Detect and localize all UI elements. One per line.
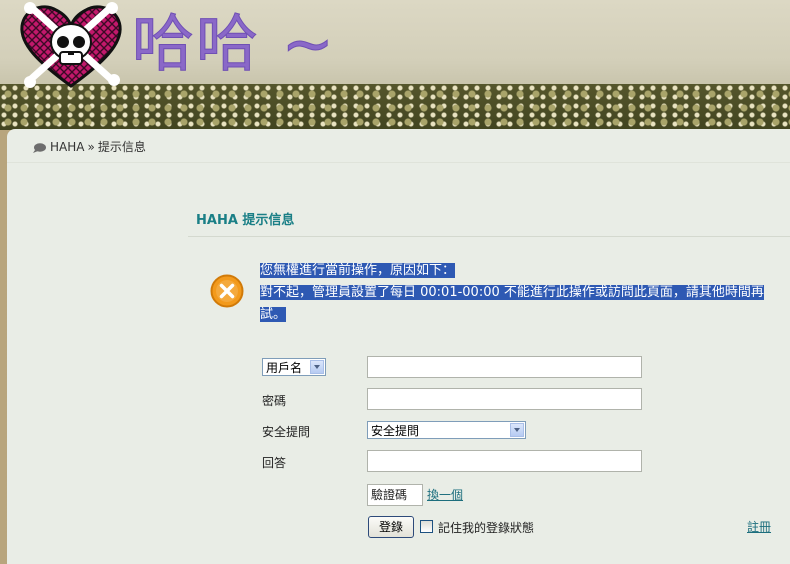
security-question-select-value: 安全提問 bbox=[371, 424, 420, 438]
answer-label: 回答 bbox=[262, 456, 287, 470]
breadcrumb-separator: » bbox=[87, 140, 95, 154]
login-button[interactable]: 登錄 bbox=[368, 516, 414, 538]
captcha-input[interactable]: 驗證碼 bbox=[367, 484, 423, 506]
security-question-select[interactable]: 安全提問 bbox=[367, 421, 526, 439]
title-divider bbox=[188, 236, 790, 237]
notice-line-1: 您無權進行當前操作，原因如下： bbox=[260, 263, 456, 278]
remember-me-label[interactable]: 記住我的登錄狀態 bbox=[438, 519, 534, 536]
notice-message: 您無權進行當前操作，原因如下： 對不起，管理員設置了每日 00:01-00:00… bbox=[260, 260, 775, 326]
register-link[interactable]: 註冊 bbox=[747, 518, 771, 535]
site-header: 哈哈 ~ bbox=[0, 0, 790, 135]
change-captcha-link[interactable]: 換一個 bbox=[427, 486, 463, 503]
username-input[interactable] bbox=[367, 356, 642, 378]
site-title[interactable]: 哈哈 ~ bbox=[132, 4, 336, 84]
content-panel: HAHA» 提示信息 HAHA 提示信息 您無權進行當前操作，原因如下： 對不起，… bbox=[7, 129, 790, 564]
login-field-select-value: 用戶名 bbox=[266, 361, 303, 375]
breadcrumb-current: 提示信息 bbox=[97, 140, 146, 154]
message-box-title: HAHA 提示信息 bbox=[196, 213, 295, 228]
breadcrumb-divider bbox=[7, 162, 790, 163]
notice-line-2: 對不起，管理員設置了每日 00:01-00:00 不能進行此操作或訪問此頁面，請… bbox=[260, 285, 764, 322]
breadcrumb-home-link[interactable]: HAHA bbox=[50, 140, 84, 154]
error-x-icon bbox=[210, 274, 244, 308]
answer-input[interactable] bbox=[367, 450, 642, 472]
skull-heart-logo[interactable] bbox=[8, 0, 134, 92]
speech-bubble-icon bbox=[33, 142, 46, 153]
chevron-down-icon bbox=[510, 423, 524, 437]
password-input[interactable] bbox=[367, 388, 642, 410]
login-field-select[interactable]: 用戶名 bbox=[262, 358, 326, 376]
remember-me-checkbox[interactable] bbox=[420, 520, 433, 533]
breadcrumb: HAHA» 提示信息 bbox=[33, 138, 146, 156]
chevron-down-icon bbox=[310, 360, 324, 374]
security-question-label: 安全提問 bbox=[262, 425, 311, 439]
password-label: 密碼 bbox=[262, 394, 287, 408]
